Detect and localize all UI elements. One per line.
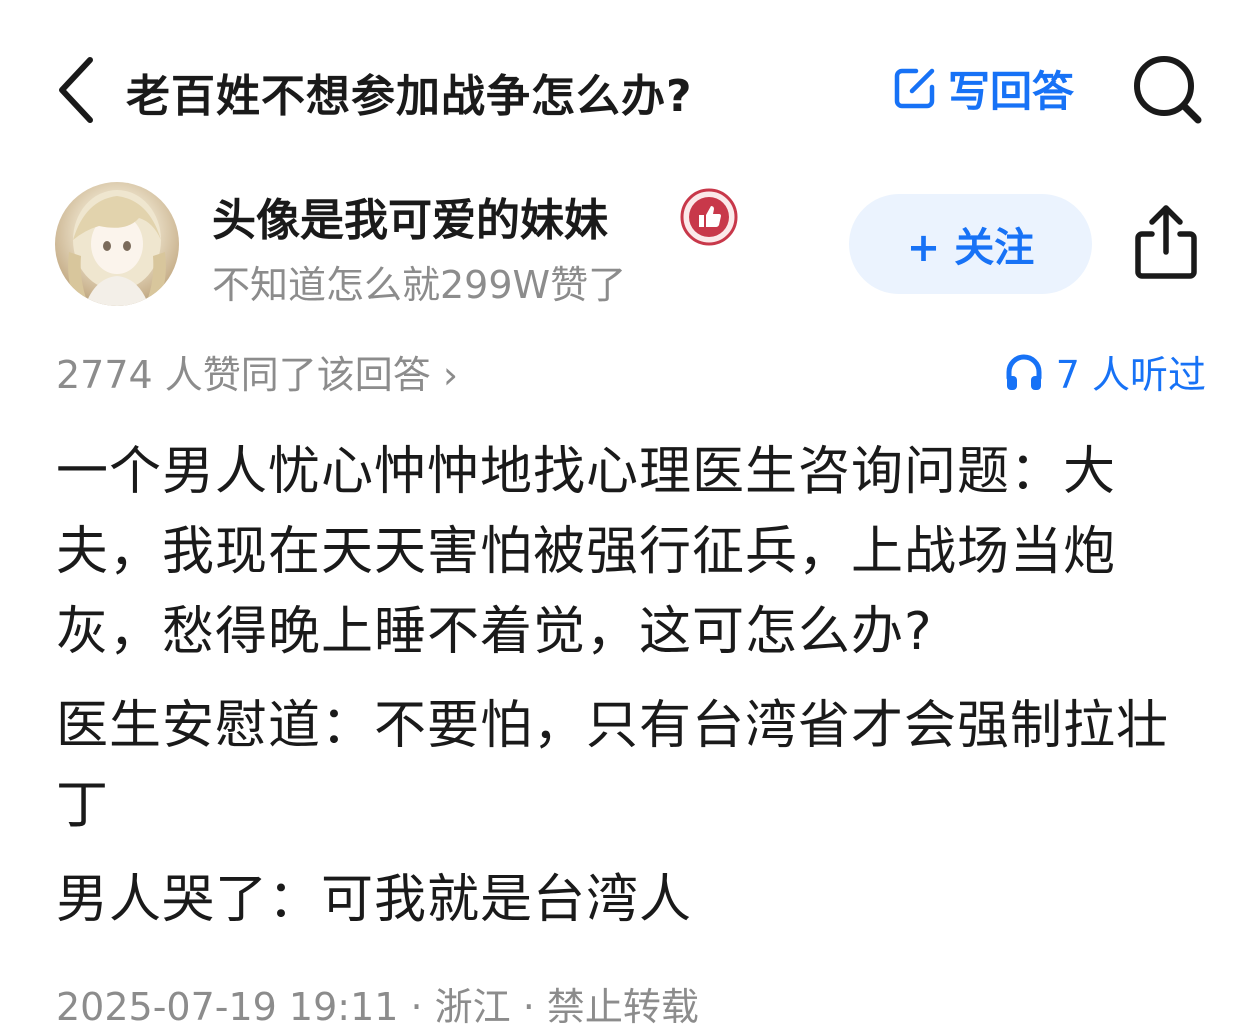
- thumbs-up-badge-icon: [680, 188, 738, 246]
- content-paragraph: 男人哭了：可我就是台湾人: [56, 870, 693, 930]
- content-paragraph: 医生安慰道：不要怕，只有台湾省才会强制拉壮丁: [56, 696, 1170, 836]
- chevron-left-icon: [59, 57, 93, 123]
- write-answer-button[interactable]: 写回答: [892, 58, 1074, 118]
- author-section: 头像是我可爱的妹妹 不知道怎么就299W赞了 + 关注: [0, 170, 1260, 320]
- listeners-button[interactable]: 7 人听过: [1004, 344, 1206, 399]
- back-button[interactable]: [48, 52, 108, 128]
- share-icon: [1135, 205, 1197, 279]
- avatar-image: [68, 190, 166, 306]
- author-bio: 不知道怎么就299W赞了: [212, 263, 627, 307]
- answer-page: 老百姓不想参加战争怎么办? 写回答 头像是我可爱的妹妹 不知道怎么就299W赞了…: [0, 0, 1260, 1035]
- question-title[interactable]: 老百姓不想参加战争怎么办?: [126, 60, 693, 124]
- top-bar: 老百姓不想参加战争怎么办? 写回答: [0, 40, 1260, 140]
- answer-content: 一个男人忧心忡忡地找心理医生咨询问题：大夫，我现在天天害怕被强行征兵，上战场当炮…: [56, 432, 1206, 954]
- avatar[interactable]: [55, 182, 179, 306]
- follow-button[interactable]: + 关注: [849, 194, 1092, 294]
- answer-footer-info: 2025-07-19 19:11 · 浙江 · 禁止转载: [56, 985, 699, 1029]
- headphones-icon: [1006, 354, 1042, 390]
- author-name[interactable]: 头像是我可爱的妹妹: [212, 184, 608, 248]
- listeners-label: 7 人听过: [1055, 353, 1206, 397]
- search-button[interactable]: [1128, 50, 1208, 130]
- search-icon: [1134, 56, 1202, 124]
- follow-label: + 关注: [906, 225, 1035, 271]
- answer-meta: 2774 人赞同了该回答 › 7 人听过: [0, 340, 1260, 400]
- edit-icon: [894, 68, 935, 109]
- upvote-summary[interactable]: 2774 人赞同了该回答 ›: [56, 344, 458, 399]
- write-answer-label: 写回答: [948, 66, 1075, 116]
- content-paragraph: 一个男人忧心忡忡地找心理医生咨询问题：大夫，我现在天天害怕被强行征兵，上战场当炮…: [56, 442, 1117, 662]
- share-button[interactable]: [1128, 200, 1204, 282]
